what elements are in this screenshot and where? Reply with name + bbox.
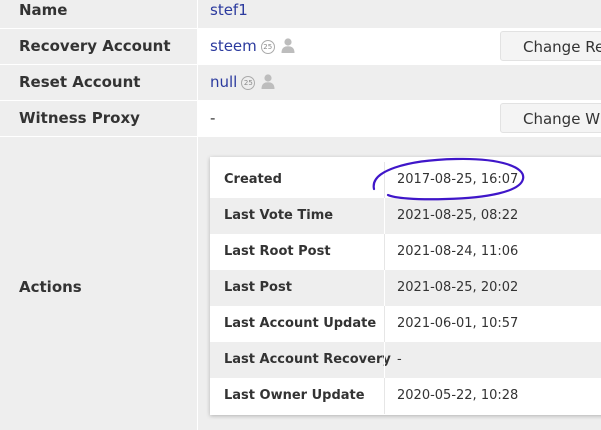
user-silhouette-icon (260, 73, 276, 94)
last-account-update-key: Last Account Update (224, 316, 377, 331)
user-silhouette-icon (280, 37, 296, 58)
row-divider (0, 64, 601, 65)
last-post-value: 2021-08-25, 20:02 (384, 270, 601, 306)
reputation-badge-icon: 25 (260, 40, 275, 54)
row-divider (0, 136, 601, 137)
table-row: Last Post 2021-08-25, 20:02 (210, 270, 601, 306)
table-row: Created 2017-08-25, 16:07 (210, 162, 601, 198)
created-key: Created (224, 172, 282, 187)
reputation-badge-icon: 25 (241, 76, 256, 90)
table-row: Last Account Recovery - (210, 342, 601, 378)
last-account-update-value: 2021-06-01, 10:57 (384, 306, 601, 342)
change-witness-proxy-button[interactable]: Change W (500, 103, 601, 133)
account-name-link[interactable]: stef1 (210, 0, 248, 20)
last-owner-update-key: Last Owner Update (224, 388, 365, 403)
last-account-recovery-value: - (384, 342, 601, 378)
change-recovery-button[interactable]: Change Re (500, 31, 601, 61)
table-row: Last Account Update 2021-06-01, 10:57 (210, 306, 601, 342)
actions-table: Created 2017-08-25, 16:07 Last Vote Time… (210, 157, 601, 415)
actions-label: Actions (19, 278, 82, 296)
reset-account-link[interactable]: null (210, 73, 237, 91)
last-root-post-value: 2021-08-24, 11:06 (384, 234, 601, 270)
last-vote-time-key: Last Vote Time (224, 208, 334, 223)
created-value: 2017-08-25, 16:07 (384, 162, 601, 198)
last-owner-update-value: 2020-05-22, 10:28 (384, 378, 601, 414)
table-row: Last Vote Time 2021-08-25, 08:22 (210, 198, 601, 234)
name-row-shade (197, 0, 601, 28)
table-row: Last Owner Update 2020-05-22, 10:28 (210, 378, 601, 414)
recovery-account-value: steem 25 (210, 36, 296, 58)
reset-account-value: null 25 (210, 72, 276, 94)
row-divider (0, 28, 601, 29)
last-vote-time-value: 2021-08-25, 08:22 (384, 198, 601, 234)
last-root-post-key: Last Root Post (224, 244, 331, 259)
reset-account-label: Reset Account (19, 73, 141, 91)
name-label: Name (19, 1, 68, 19)
account-info-panel: Name stef1 Recovery Account steem 25 Chan… (0, 0, 601, 430)
witness-proxy-value: - (210, 109, 216, 127)
table-row: Last Root Post 2021-08-24, 11:06 (210, 234, 601, 270)
row-divider (0, 100, 601, 101)
recovery-account-label: Recovery Account (19, 37, 171, 55)
last-account-recovery-key: Last Account Recovery (224, 352, 391, 367)
recovery-account-link[interactable]: steem (210, 37, 257, 55)
last-post-key: Last Post (224, 280, 292, 295)
witness-proxy-label: Witness Proxy (19, 109, 140, 127)
